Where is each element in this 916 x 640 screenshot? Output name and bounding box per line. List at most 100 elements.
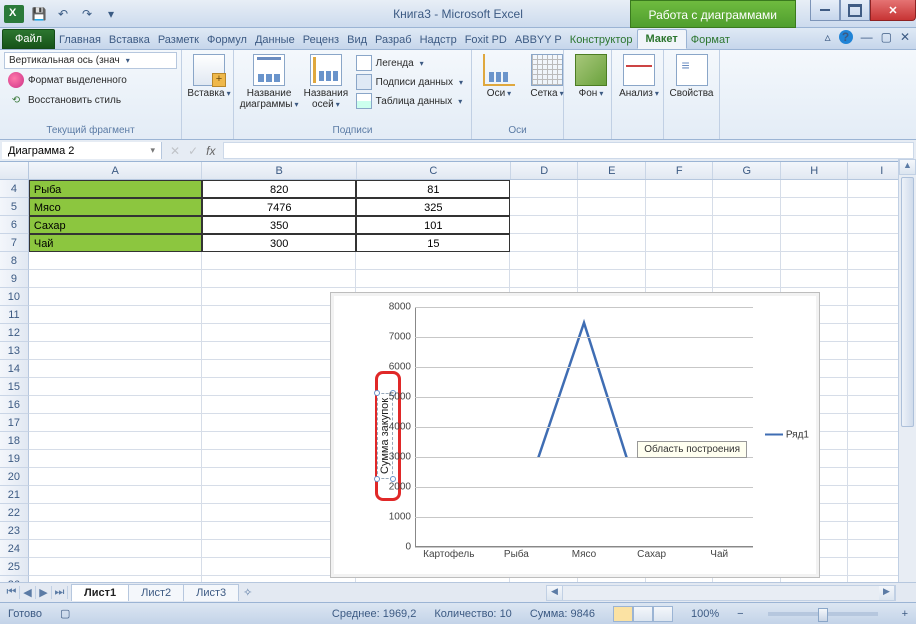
row-header[interactable]: 25 — [0, 558, 29, 576]
background-button[interactable]: Фон — [568, 52, 614, 101]
row-header[interactable]: 5 — [0, 198, 29, 216]
zoom-level[interactable]: 100% — [691, 608, 719, 620]
tab-Вставка[interactable]: Вставка — [105, 31, 154, 49]
row-header[interactable]: 24 — [0, 540, 29, 558]
row-header[interactable]: 11 — [0, 306, 29, 324]
cell[interactable] — [578, 252, 646, 270]
fx-icon[interactable]: fx — [206, 144, 215, 158]
cell[interactable] — [781, 252, 849, 270]
series-line[interactable] — [415, 307, 715, 457]
redo-icon[interactable]: ↷ — [76, 3, 98, 25]
cell[interactable] — [510, 198, 578, 216]
row-header[interactable]: 6 — [0, 216, 29, 234]
minimize-button[interactable] — [810, 0, 840, 21]
row-header[interactable]: 22 — [0, 504, 29, 522]
tab-Разраб[interactable]: Разраб — [371, 31, 416, 49]
close-button[interactable] — [870, 0, 916, 21]
cell[interactable] — [29, 558, 202, 576]
row-header[interactable]: 21 — [0, 486, 29, 504]
formula-input[interactable] — [223, 142, 914, 159]
cell[interactable] — [29, 252, 202, 270]
maximize-button[interactable] — [840, 0, 870, 21]
cell[interactable] — [356, 252, 510, 270]
select-all-corner[interactable] — [0, 162, 29, 179]
cell[interactable] — [356, 270, 510, 288]
row-header[interactable]: 8 — [0, 252, 29, 270]
cell[interactable] — [578, 216, 646, 234]
cell[interactable] — [646, 270, 714, 288]
chart-element-dropdown[interactable]: Вертикальная ось (знач — [4, 52, 177, 69]
axes-button[interactable]: Оси — [476, 52, 522, 101]
cell[interactable] — [713, 252, 781, 270]
cell[interactable] — [29, 540, 202, 558]
tab-Формул[interactable]: Формул — [203, 31, 251, 49]
row-header[interactable]: 19 — [0, 450, 29, 468]
new-sheet-icon[interactable]: ✧ — [243, 586, 252, 599]
tab-Формат[interactable]: Формат — [687, 31, 734, 49]
macro-record-icon[interactable]: ▢ — [60, 607, 70, 620]
cell[interactable] — [578, 198, 646, 216]
col-header[interactable]: C — [357, 162, 511, 179]
cell[interactable] — [510, 180, 578, 198]
sheet-first-icon[interactable]: ⏮ — [4, 586, 20, 599]
scroll-thumb[interactable] — [901, 177, 914, 427]
row-header[interactable]: 4 — [0, 180, 29, 198]
cell[interactable]: Сахар — [29, 216, 202, 234]
cell[interactable] — [713, 180, 781, 198]
row-header[interactable]: 17 — [0, 414, 29, 432]
cell[interactable] — [781, 234, 849, 252]
col-header[interactable]: A — [29, 162, 203, 179]
cell[interactable] — [29, 396, 202, 414]
col-header[interactable]: D — [511, 162, 579, 179]
cell[interactable] — [781, 270, 849, 288]
chart-area[interactable]: Сумма закупок 01000200030004000500060007… — [343, 301, 753, 569]
wb-close-icon[interactable]: ✕ — [900, 30, 910, 44]
qat-more-icon[interactable]: ▾ — [100, 3, 122, 25]
scroll-up-icon[interactable]: ▲ — [899, 159, 916, 175]
legend-button[interactable]: Легенда — [352, 54, 467, 72]
cell[interactable] — [646, 252, 714, 270]
row-header[interactable]: 12 — [0, 324, 29, 342]
tab-Данные[interactable]: Данные — [251, 31, 299, 49]
wb-restore-icon[interactable]: ▢ — [881, 30, 892, 44]
row-header[interactable]: 15 — [0, 378, 29, 396]
accept-formula-icon[interactable]: ✓ — [188, 144, 198, 158]
cell[interactable] — [646, 198, 714, 216]
cell[interactable] — [646, 180, 714, 198]
normal-view-button[interactable] — [613, 606, 633, 622]
row-header[interactable]: 16 — [0, 396, 29, 414]
cell[interactable]: Чай — [29, 234, 202, 252]
cell[interactable] — [202, 270, 356, 288]
cell[interactable]: 325 — [356, 198, 510, 216]
wb-minimize-icon[interactable]: — — [861, 30, 873, 44]
sheet-tab[interactable]: Лист1 — [71, 584, 129, 601]
row-header[interactable]: 14 — [0, 360, 29, 378]
col-header[interactable]: B — [202, 162, 356, 179]
row-header[interactable]: 18 — [0, 432, 29, 450]
col-header[interactable]: F — [646, 162, 714, 179]
cell[interactable] — [29, 414, 202, 432]
cell[interactable] — [29, 450, 202, 468]
cell[interactable] — [781, 198, 849, 216]
sheet-next-icon[interactable]: ▶ — [36, 586, 52, 599]
cell[interactable]: 15 — [356, 234, 510, 252]
cell[interactable] — [29, 306, 202, 324]
tab-ABBYY P[interactable]: ABBYY P — [511, 31, 566, 49]
cell[interactable] — [713, 198, 781, 216]
row-header[interactable]: 7 — [0, 234, 29, 252]
help-icon[interactable]: ? — [839, 30, 853, 44]
cell[interactable] — [202, 252, 356, 270]
insert-button[interactable]: Вставка — [186, 52, 232, 101]
tab-Конструктор[interactable]: Конструктор — [566, 31, 637, 49]
cancel-formula-icon[interactable]: ✕ — [170, 144, 180, 158]
cell[interactable] — [510, 270, 578, 288]
cell[interactable]: Мясо — [29, 198, 202, 216]
col-header[interactable]: H — [781, 162, 849, 179]
cell[interactable]: 820 — [202, 180, 356, 198]
row-header[interactable]: 20 — [0, 468, 29, 486]
sheet-last-icon[interactable]: ⏭ — [52, 586, 68, 599]
cell[interactable] — [578, 180, 646, 198]
tab-Вид[interactable]: Вид — [343, 31, 371, 49]
row-header[interactable]: 10 — [0, 288, 29, 306]
cell[interactable]: 7476 — [202, 198, 356, 216]
